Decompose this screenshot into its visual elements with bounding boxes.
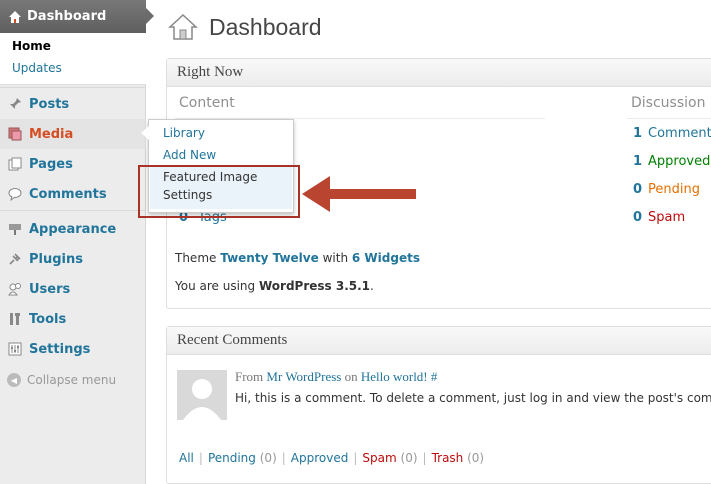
page-header: Dashboard — [168, 12, 322, 42]
sidebar-item-label: Comments — [29, 186, 107, 202]
filter-separator: | — [198, 451, 203, 465]
annotation-arrow-icon — [302, 176, 416, 212]
spam-count[interactable]: 0 — [633, 210, 642, 225]
admin-sidebar: Dashboard Home Updates Posts Media Pages… — [0, 0, 154, 484]
plug-icon — [7, 251, 23, 267]
sidebar-item-users[interactable]: Users — [0, 274, 146, 304]
version-suffix: . — [370, 279, 374, 293]
discussion-header: Discussion — [631, 95, 706, 111]
approved-label[interactable]: Approved — [648, 154, 710, 169]
menu-separator — [0, 210, 146, 211]
settings-icon — [7, 341, 23, 357]
sidebar-item-plugins[interactable]: Plugins — [0, 244, 146, 274]
filter-separator: | — [281, 451, 286, 465]
theme-with: with — [322, 251, 349, 265]
approved-count[interactable]: 1 — [633, 154, 642, 169]
collapse-menu-label: Collapse menu — [27, 373, 117, 387]
pending-count[interactable]: 0 — [633, 182, 642, 197]
recent-comments-title[interactable]: Recent Comments — [167, 327, 711, 355]
sidebar-item-label: Settings — [29, 341, 91, 357]
annotation-highlight-box — [138, 165, 300, 218]
sidebar-item-label: Tools — [29, 311, 67, 327]
home-icon — [8, 10, 22, 24]
right-now-title[interactable]: Right Now — [167, 59, 711, 87]
media-icon — [7, 126, 23, 142]
theme-prefix: Theme — [175, 251, 217, 265]
sidebar-item-settings[interactable]: Settings — [0, 334, 146, 364]
filter-pending[interactable]: Pending — [208, 451, 256, 465]
flyout-item-library[interactable]: Library — [163, 126, 205, 140]
menu-separator — [0, 87, 146, 88]
comment-excerpt: Hi, this is a comment. To delete a comme… — [235, 391, 711, 405]
on-label: on — [344, 369, 358, 384]
divider — [627, 118, 711, 119]
paintbrush-icon — [7, 221, 23, 237]
comment-permalink[interactable]: # — [431, 369, 438, 384]
sidebar-item-appearance[interactable]: Appearance — [0, 214, 146, 244]
sidebar-item-label: Media — [29, 126, 74, 142]
content-header: Content — [179, 95, 235, 111]
comments-count[interactable]: 1 — [633, 126, 642, 141]
comments-label[interactable]: Comment — [648, 126, 711, 141]
comment-filters: All | Pending (0) | Approved | Spam (0) | Trash … — [179, 451, 484, 465]
sidebar-item-posts[interactable]: Posts — [0, 89, 146, 119]
filter-approved[interactable]: Approved — [291, 451, 349, 465]
sidebar-item-label: Users — [29, 281, 71, 297]
sidebar-item-comments[interactable]: Comments — [0, 179, 146, 209]
comment-icon — [7, 186, 23, 202]
users-icon — [7, 281, 23, 297]
submenu-home[interactable]: Home — [12, 39, 51, 53]
filter-spam[interactable]: Spam — [362, 451, 396, 465]
dashboard-submenu: Home Updates — [0, 33, 146, 85]
sidebar-item-dashboard[interactable]: Dashboard — [0, 0, 154, 33]
collapse-arrow-icon: ◀ — [7, 373, 21, 387]
version-info: You are using WordPress 3.5.1. — [175, 279, 374, 293]
sidebar-item-label: Appearance — [29, 221, 117, 237]
theme-info: Theme Twenty Twelve with 6 Widgets — [175, 251, 420, 265]
comment-author-link[interactable]: Mr WordPress — [266, 369, 341, 384]
sidebar-item-label: Dashboard — [27, 9, 107, 24]
trash-count-badge: (0) — [467, 451, 485, 465]
flyout-item-add-new[interactable]: Add New — [163, 148, 216, 162]
comment-post-link[interactable]: Hello world! — [361, 369, 428, 384]
filter-trash[interactable]: Trash — [432, 451, 464, 465]
filter-separator: | — [422, 451, 427, 465]
pending-label[interactable]: Pending — [648, 182, 700, 197]
sidebar-item-label: Pages — [29, 156, 73, 172]
sidebar-item-label: Plugins — [29, 251, 83, 267]
wp-version: WordPress 3.5.1 — [258, 279, 371, 293]
filter-all[interactable]: All — [179, 451, 194, 465]
recent-comments-widget: Recent Comments From Mr WordPress on Hel… — [166, 326, 711, 484]
avatar-placeholder-icon — [183, 379, 221, 420]
tools-icon — [7, 311, 23, 327]
pages-icon — [7, 156, 23, 172]
sidebar-item-media[interactable]: Media — [0, 119, 146, 149]
collapse-menu-button[interactable]: ◀ Collapse menu — [7, 373, 116, 387]
from-label: From — [235, 369, 264, 384]
avatar — [177, 370, 227, 420]
version-prefix: You are using — [175, 279, 256, 293]
home-icon — [168, 12, 198, 42]
widgets-link[interactable]: 6 Widgets — [352, 251, 420, 265]
sidebar-item-tools[interactable]: Tools — [0, 304, 146, 334]
page-title: Dashboard — [209, 13, 322, 40]
sidebar-item-label: Posts — [29, 96, 70, 112]
theme-link[interactable]: Twenty Twelve — [220, 251, 319, 265]
spam-label[interactable]: Spam — [648, 210, 685, 225]
submenu-updates[interactable]: Updates — [12, 61, 62, 75]
spam-count-badge: (0) — [400, 451, 418, 465]
pending-count-badge: (0) — [259, 451, 277, 465]
pin-icon — [7, 96, 23, 112]
filter-separator: | — [353, 451, 358, 465]
sidebar-item-pages[interactable]: Pages — [0, 149, 146, 179]
comment-meta: From Mr WordPress on Hello world! # — [235, 369, 437, 385]
